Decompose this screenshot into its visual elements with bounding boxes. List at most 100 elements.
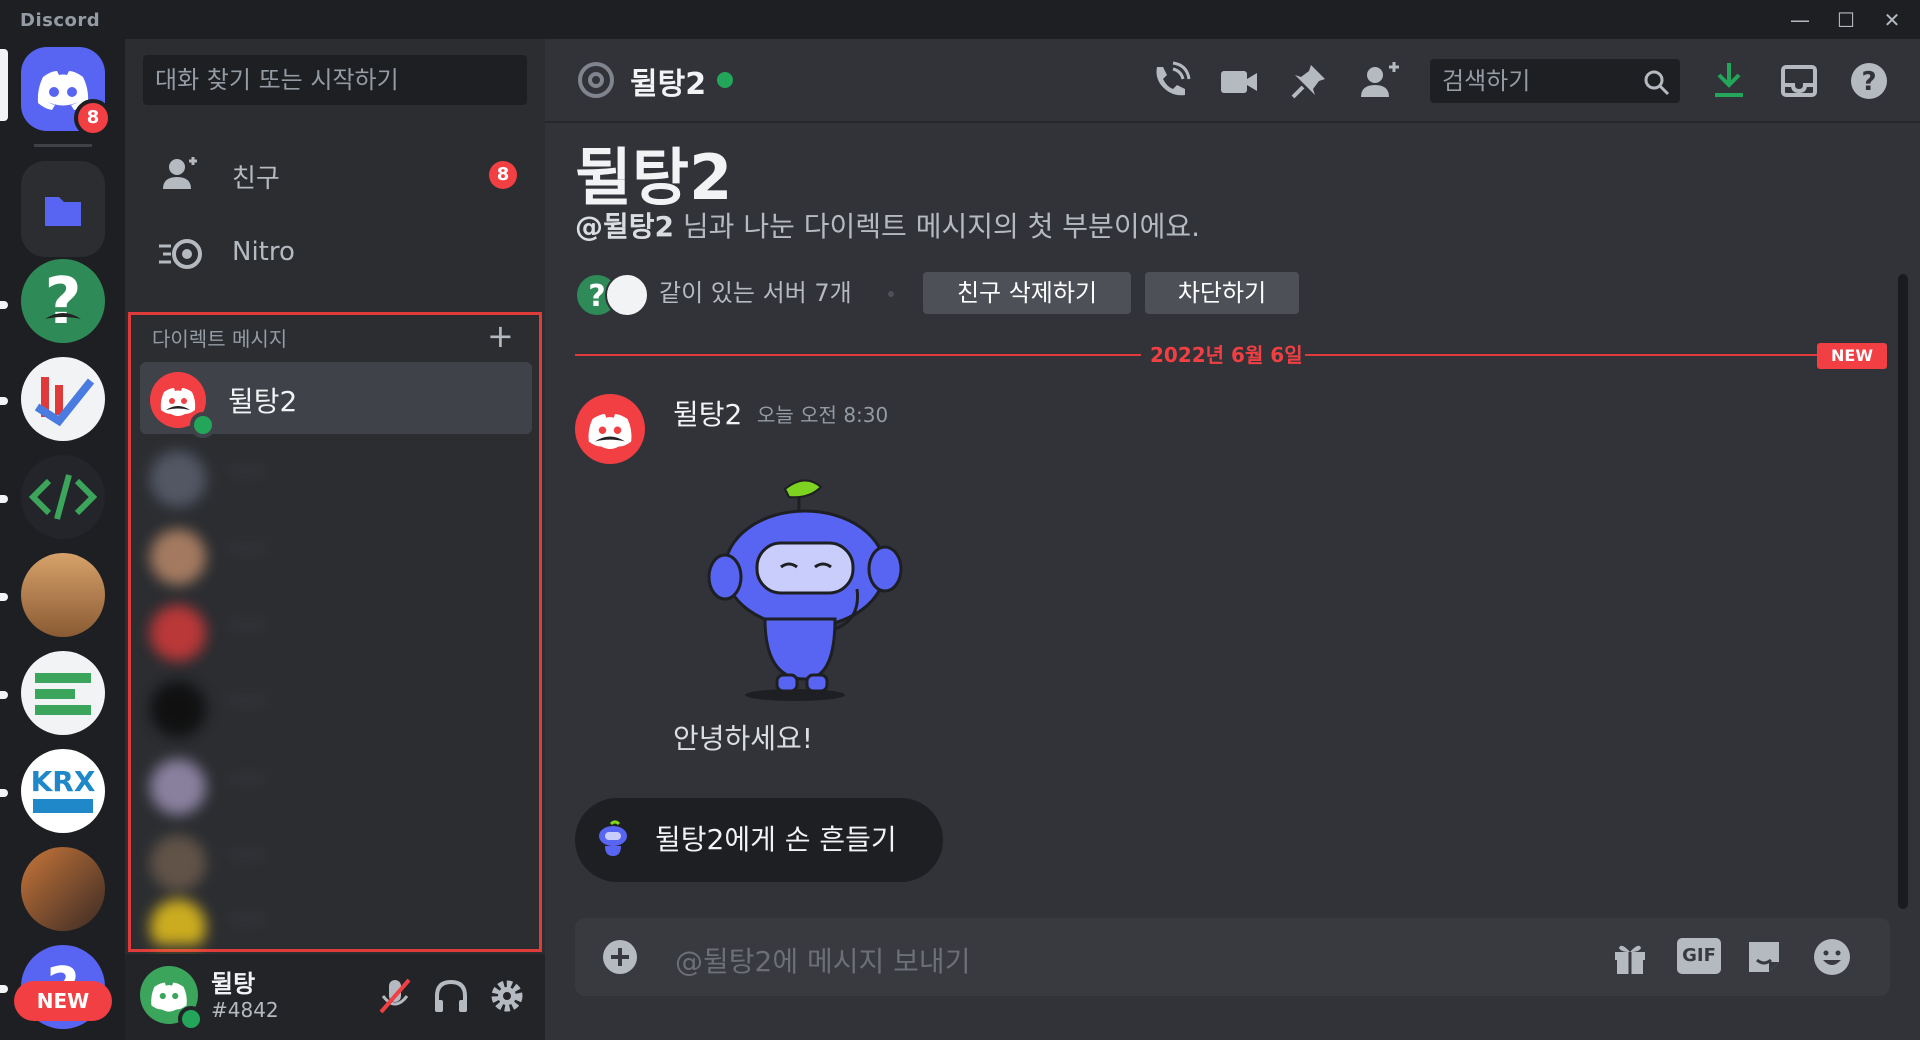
dm-sidebar: 대화 찾기 또는 시작하기 친구 8 Nitro 다이렉트 메시지 + 뒬탕2 — [125, 39, 545, 1040]
message-avatar[interactable] — [575, 394, 645, 464]
server-question[interactable]: ? — [21, 259, 105, 343]
unread-pill — [0, 593, 8, 601]
wave-label: 뒬탕2에게 손 흔들기 — [655, 823, 897, 856]
svg-text:?: ? — [44, 265, 81, 339]
nitro-icon — [159, 239, 202, 269]
svg-text:?: ? — [1861, 67, 1876, 97]
svg-text:?: ? — [588, 279, 605, 314]
voice-call-icon[interactable] — [1145, 57, 1193, 105]
unread-pill — [0, 495, 8, 503]
sticker-icon[interactable] — [1741, 934, 1787, 980]
dm-name: ······ — [228, 767, 267, 791]
new-servers-badge[interactable]: NEW — [14, 981, 112, 1021]
dm-item[interactable]: ······ — [140, 825, 532, 897]
create-dm-button[interactable]: + — [487, 317, 514, 355]
server-krx[interactable]: KRX — [21, 749, 105, 833]
dm-item[interactable]: ······ — [140, 749, 532, 821]
dm-name: ······ — [228, 459, 267, 483]
unread-pill — [0, 691, 8, 699]
message-composer: @뒬탕2에 메시지 보내기 GIF — [575, 918, 1890, 996]
dm-name: ······ — [228, 907, 267, 931]
dm-item[interactable]: ······ — [140, 519, 532, 591]
unread-pill — [0, 985, 8, 993]
avatar — [150, 529, 206, 585]
mutual-servers-link[interactable]: 같이 있는 서버 7개 — [659, 273, 852, 308]
user-name: 뒬탕 — [211, 970, 256, 998]
wave-button[interactable]: 뒬탕2에게 손 흔들기 — [575, 798, 943, 882]
avatar — [150, 681, 206, 737]
user-tag: #4842 — [211, 998, 279, 1022]
emoji-icon[interactable] — [1809, 934, 1855, 980]
dm-name: 뒬탕2 — [228, 385, 298, 418]
chat-area: 뒬탕2 검색하기 ? 뒬탕2 @뒬탕2 님과 나눈 다이렉트 메시지의 첫 부분… — [545, 39, 1920, 1040]
avatar — [150, 451, 206, 507]
nitro-nav-item[interactable]: Nitro — [143, 222, 527, 284]
wumpus-sticker-icon — [707, 479, 903, 701]
wumpus-wave-icon — [599, 820, 627, 856]
online-status-dot — [717, 72, 733, 88]
block-button[interactable]: 차단하기 — [1145, 272, 1299, 314]
chat-scrollbar[interactable] — [1898, 274, 1908, 909]
server-desert[interactable] — [21, 553, 105, 637]
message-text: 안녕하세요! — [673, 722, 814, 755]
download-icon[interactable] — [1705, 57, 1753, 105]
video-call-icon[interactable] — [1215, 57, 1263, 105]
help-icon[interactable]: ? — [1845, 57, 1893, 105]
message-author[interactable]: 뒬탕2 — [673, 393, 742, 433]
folder-icon — [45, 197, 81, 226]
dm-item[interactable]: ······ — [140, 889, 532, 945]
profile-intro: @뒬탕2 님과 나눈 다이렉트 메시지의 첫 부분이에요. — [575, 205, 1200, 245]
dm-name: ······ — [228, 689, 267, 713]
mutual-server-avatar — [605, 273, 649, 317]
close-button[interactable]: ✕ — [1872, 4, 1912, 36]
title-bar: Discord — ☐ ✕ — [0, 0, 1920, 39]
header-channel-name: 뒬탕2 — [630, 67, 707, 102]
pin-icon[interactable] — [1285, 57, 1333, 105]
dm-name: ······ — [228, 537, 267, 561]
search-icon — [1644, 70, 1670, 96]
dot-separator — [888, 291, 894, 297]
server-chart[interactable] — [21, 357, 105, 441]
chat-header: 뒬탕2 검색하기 ? — [545, 39, 1920, 123]
dm-name: ······ — [228, 613, 267, 637]
friends-badge: 8 — [489, 161, 517, 189]
krx-logo-icon: KRX — [31, 765, 96, 813]
message-input[interactable]: @뒬탕2에 메시지 보내기 — [675, 940, 970, 980]
friends-nav-item[interactable]: 친구 8 — [143, 143, 527, 205]
server-green-bars[interactable] — [21, 651, 105, 735]
maximize-button[interactable]: ☐ — [1826, 4, 1866, 36]
active-pill — [0, 49, 8, 121]
server-folder[interactable] — [21, 161, 105, 257]
server-drawing[interactable] — [21, 847, 105, 931]
dm-item-active[interactable]: 뒬탕2 — [140, 362, 532, 438]
new-messages-tag: NEW — [1817, 343, 1887, 369]
settings-gear-icon[interactable] — [487, 974, 527, 1018]
add-friend-icon[interactable] — [1355, 57, 1403, 105]
minimize-button[interactable]: — — [1780, 4, 1820, 36]
new-messages-divider — [1305, 354, 1817, 356]
intro-mention: @뒬탕2 — [575, 210, 675, 243]
avatar — [150, 759, 206, 815]
unread-pill — [0, 789, 8, 797]
server-rail: 8 ? KRX NEW — [0, 39, 125, 1040]
avatar — [150, 835, 206, 891]
mute-mic-icon[interactable] — [375, 974, 415, 1018]
dm-item[interactable]: ······ — [140, 441, 532, 513]
find-conversation-input[interactable]: 대화 찾기 또는 시작하기 — [143, 55, 527, 105]
gift-icon[interactable] — [1607, 934, 1653, 980]
svg-text:KRX: KRX — [31, 765, 96, 798]
date-divider-label: 2022년 6월 6일 — [1150, 343, 1303, 367]
inbox-icon[interactable] — [1775, 57, 1823, 105]
unread-pill — [0, 301, 8, 309]
dm-item[interactable]: ······ — [140, 595, 532, 667]
headphones-icon[interactable] — [431, 974, 471, 1018]
dm-section-header: 다이렉트 메시지 — [152, 327, 288, 351]
intro-text: 님과 나눈 다이렉트 메시지의 첫 부분이에요. — [674, 210, 1201, 243]
plus-circle-icon[interactable] — [597, 934, 643, 980]
gif-button[interactable]: GIF — [1677, 938, 1721, 974]
server-code[interactable] — [21, 455, 105, 539]
remove-friend-button[interactable]: 친구 삭제하기 — [923, 272, 1131, 314]
dm-item[interactable]: ······ — [140, 671, 532, 743]
nitro-label: Nitro — [232, 237, 295, 267]
avatar — [150, 605, 206, 661]
